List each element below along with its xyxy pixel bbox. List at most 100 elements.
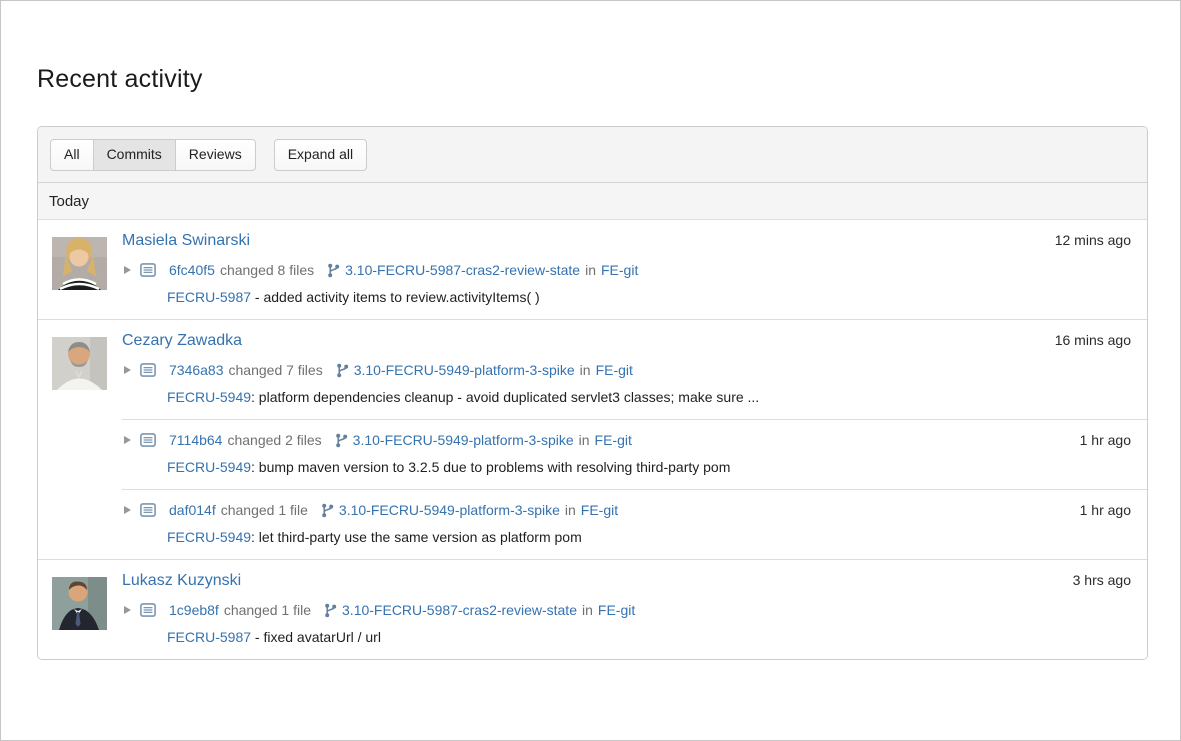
filter-button-group: All Commits Reviews	[50, 139, 256, 171]
day-group-header: Today	[38, 183, 1147, 220]
changeset-icon	[140, 603, 156, 617]
activity-content: Lukasz Kuzynski 3 hrs ago 1c9eb8f change…	[122, 560, 1147, 659]
caret-right-icon[interactable]	[124, 266, 131, 274]
caret-right-icon[interactable]	[124, 436, 131, 444]
repo-link[interactable]: FE-git	[596, 362, 633, 378]
issue-key-link[interactable]: FECRU-5949	[167, 389, 251, 405]
in-label: in	[565, 502, 576, 518]
page-title: Recent activity	[37, 65, 203, 94]
commit-row: 6fc40f5 changed 8 files 3.10-FECRU-5987-…	[122, 262, 1147, 278]
avatar-column	[38, 320, 122, 559]
commit-message: FECRU-5987 - fixed avatarUrl / url	[167, 628, 1131, 646]
avatar[interactable]	[52, 577, 107, 630]
avatar-column	[38, 560, 122, 659]
commit-message: FECRU-5987 - added activity items to rev…	[167, 288, 1131, 306]
branch-icon	[327, 263, 340, 278]
in-label: in	[579, 432, 590, 448]
branch-link[interactable]: 3.10-FECRU-5949-platform-3-spike	[353, 432, 574, 448]
changed-files-text: changed 2 files	[227, 432, 321, 448]
timestamp: 3 hrs ago	[1073, 572, 1131, 588]
commit-hash-link[interactable]: daf014f	[169, 502, 216, 518]
issue-key-link[interactable]: FECRU-5987	[167, 289, 251, 305]
filter-button-reviews[interactable]: Reviews	[175, 139, 256, 171]
commit-message-text: : platform dependencies cleanup - avoid …	[251, 389, 759, 405]
changeset-icon	[140, 363, 156, 377]
caret-right-icon[interactable]	[124, 506, 131, 514]
activity-toolbar: All Commits Reviews Expand all	[38, 127, 1147, 183]
issue-key-link[interactable]: FECRU-5949	[167, 459, 251, 475]
repo-link[interactable]: FE-git	[598, 602, 635, 618]
activity-group: Lukasz Kuzynski 3 hrs ago 1c9eb8f change…	[38, 559, 1147, 659]
changeset-icon	[140, 503, 156, 517]
branch-link[interactable]: 3.10-FECRU-5987-cras2-review-state	[345, 262, 580, 278]
activity-content: Cezary Zawadka 16 mins ago 7346a83 chang…	[122, 320, 1147, 559]
in-label: in	[585, 262, 596, 278]
activity-head-row: Lukasz Kuzynski 3 hrs ago	[122, 572, 1147, 590]
avatar[interactable]	[52, 237, 107, 290]
changed-files-text: changed 1 file	[224, 602, 311, 618]
repo-link[interactable]: FE-git	[595, 432, 632, 448]
activity-group: Cezary Zawadka 16 mins ago 7346a83 chang…	[38, 319, 1147, 559]
changed-files-text: changed 7 files	[229, 362, 323, 378]
avatar-column	[38, 220, 122, 319]
commit-hash-link[interactable]: 6fc40f5	[169, 262, 215, 278]
divider	[122, 419, 1147, 420]
commit-row: 7114b64 changed 2 files 3.10-FECRU-5949-…	[122, 432, 1147, 448]
page: Recent activity All Commits Reviews Expa…	[0, 0, 1181, 741]
changeset-icon	[140, 433, 156, 447]
author-link[interactable]: Lukasz Kuzynski	[122, 572, 241, 590]
commit-message-text: : let third-party use the same version a…	[251, 529, 582, 545]
activity-group: Masiela Swinarski 12 mins ago 6fc40f5 ch…	[38, 220, 1147, 319]
filter-button-all[interactable]: All	[50, 139, 94, 171]
branch-icon	[336, 363, 349, 378]
branch-link[interactable]: 3.10-FECRU-5987-cras2-review-state	[342, 602, 577, 618]
avatar[interactable]	[52, 337, 107, 390]
commit-row: 1c9eb8f changed 1 file 3.10-FECRU-5987-c…	[122, 602, 1147, 618]
commit-block: 7114b64 changed 2 files 3.10-FECRU-5949-…	[122, 432, 1147, 476]
timestamp: 1 hr ago	[1080, 432, 1131, 448]
changeset-icon	[140, 263, 156, 277]
caret-right-icon[interactable]	[124, 606, 131, 614]
timestamp: 16 mins ago	[1055, 332, 1131, 348]
expand-all-button[interactable]: Expand all	[274, 139, 367, 171]
activity-content: Masiela Swinarski 12 mins ago 6fc40f5 ch…	[122, 220, 1147, 319]
commit-message: FECRU-5949: platform dependencies cleanu…	[167, 388, 1131, 406]
author-link[interactable]: Cezary Zawadka	[122, 332, 242, 350]
commit-hash-link[interactable]: 7114b64	[169, 432, 222, 448]
commit-block: daf014f changed 1 file 3.10-FECRU-5949-p…	[122, 502, 1147, 546]
activity-head-row: Cezary Zawadka 16 mins ago	[122, 332, 1147, 350]
branch-link[interactable]: 3.10-FECRU-5949-platform-3-spike	[354, 362, 575, 378]
filter-button-commits[interactable]: Commits	[93, 139, 176, 171]
in-label: in	[580, 362, 591, 378]
activity-head-row: Masiela Swinarski 12 mins ago	[122, 232, 1147, 250]
commit-block: 6fc40f5 changed 8 files 3.10-FECRU-5987-…	[122, 262, 1147, 306]
changed-files-text: changed 1 file	[221, 502, 308, 518]
divider	[122, 489, 1147, 490]
in-label: in	[582, 602, 593, 618]
commit-message-text: - added activity items to review.activit…	[251, 289, 540, 305]
commit-message: FECRU-5949: let third-party use the same…	[167, 528, 1131, 546]
commit-row: 7346a83 changed 7 files 3.10-FECRU-5949-…	[122, 362, 1147, 378]
changed-files-text: changed 8 files	[220, 262, 314, 278]
branch-icon	[335, 433, 348, 448]
timestamp: 12 mins ago	[1055, 232, 1131, 248]
repo-link[interactable]: FE-git	[581, 502, 618, 518]
commit-message-text: - fixed avatarUrl / url	[251, 629, 381, 645]
commit-row: daf014f changed 1 file 3.10-FECRU-5949-p…	[122, 502, 1147, 518]
commit-block: 1c9eb8f changed 1 file 3.10-FECRU-5987-c…	[122, 602, 1147, 646]
commit-hash-link[interactable]: 7346a83	[169, 362, 224, 378]
repo-link[interactable]: FE-git	[601, 262, 638, 278]
caret-right-icon[interactable]	[124, 366, 131, 374]
branch-icon	[324, 603, 337, 618]
commit-message: FECRU-5949: bump maven version to 3.2.5 …	[167, 458, 1131, 476]
branch-link[interactable]: 3.10-FECRU-5949-platform-3-spike	[339, 502, 560, 518]
activity-panel: All Commits Reviews Expand all Today	[37, 126, 1148, 660]
commit-hash-link[interactable]: 1c9eb8f	[169, 602, 219, 618]
commit-message-text: : bump maven version to 3.2.5 due to pro…	[251, 459, 730, 475]
issue-key-link[interactable]: FECRU-5987	[167, 629, 251, 645]
branch-icon	[321, 503, 334, 518]
issue-key-link[interactable]: FECRU-5949	[167, 529, 251, 545]
commit-block: 7346a83 changed 7 files 3.10-FECRU-5949-…	[122, 362, 1147, 406]
author-link[interactable]: Masiela Swinarski	[122, 232, 250, 250]
timestamp: 1 hr ago	[1080, 502, 1131, 518]
